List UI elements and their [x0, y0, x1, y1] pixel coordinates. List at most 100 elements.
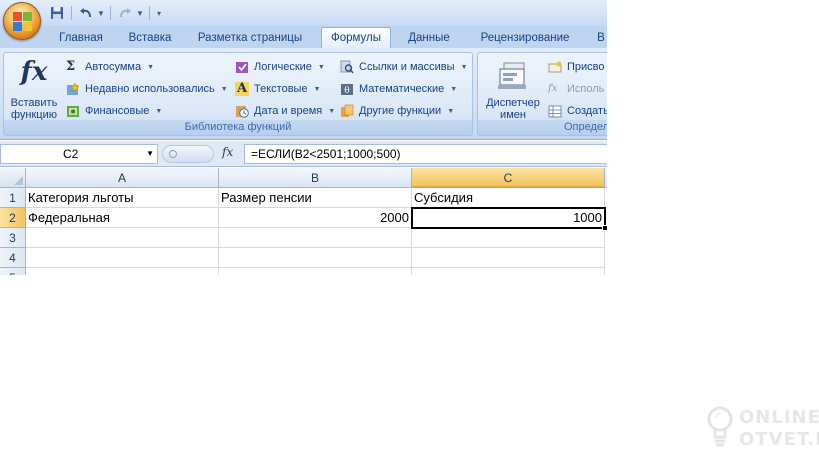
chevron-down-icon: ▼	[450, 85, 458, 93]
chevron-down-icon: ▼	[155, 107, 163, 115]
chevron-down-icon: ▼	[147, 63, 155, 71]
quick-access-toolbar: ▼ ▼ ▾	[48, 4, 163, 22]
text-functions-label: Текстовые	[254, 83, 308, 95]
cell-c3[interactable]	[412, 228, 605, 248]
spreadsheet-grid: A B C 1 2 3 4 5 Категория льготы Размер …	[0, 168, 607, 275]
tab-home[interactable]: Главная	[52, 29, 110, 48]
office-logo-icon	[13, 12, 33, 32]
title-bar: ▼ ▼ ▾	[0, 0, 607, 26]
insert-function-button[interactable]: fx Вставить функцию	[7, 57, 61, 121]
autosum-button[interactable]: Σ Автосумма ▼	[66, 57, 154, 77]
tab-data[interactable]: Данные	[402, 29, 456, 48]
function-library-group: fx Вставить функцию Σ Автосумма ▼ Недавн…	[3, 52, 473, 136]
cell-a1[interactable]: Категория льготы	[26, 188, 219, 208]
financial-icon	[66, 104, 80, 118]
undo-icon[interactable]	[77, 5, 95, 21]
name-box[interactable]: C2 ▼	[0, 144, 158, 164]
lightbulb-icon	[707, 405, 733, 451]
recently-used-label: Недавно использовались	[85, 83, 215, 95]
defined-names-label: Определ	[478, 120, 607, 135]
text-icon: A	[235, 81, 249, 96]
watermark: ONLINE OTVET.RU	[705, 403, 819, 455]
math-icon: θ	[340, 82, 354, 96]
cell-a2[interactable]: Федеральная	[26, 208, 219, 228]
row-header-4[interactable]: 4	[0, 248, 26, 268]
column-header-b[interactable]: B	[219, 168, 412, 188]
save-icon[interactable]	[48, 5, 66, 21]
tab-review[interactable]: Рецензирование	[468, 29, 582, 48]
insert-function-label-1: Вставить	[10, 97, 58, 109]
lookup-icon	[340, 60, 354, 74]
recently-used-button[interactable]: Недавно использовались ▼	[66, 79, 228, 99]
cell-b2[interactable]: 2000	[219, 208, 412, 228]
text-functions-button[interactable]: A Текстовые ▼	[235, 79, 321, 99]
tab-formulas[interactable]: Формулы	[321, 27, 391, 49]
lookup-reference-button[interactable]: Ссылки и массивы ▼	[340, 57, 468, 77]
column-header-c[interactable]: C	[412, 168, 605, 188]
more-functions-button[interactable]: Другие функции ▼	[340, 101, 454, 121]
formula-bar-resize-handle[interactable]	[162, 145, 214, 163]
cell-b3[interactable]	[219, 228, 412, 248]
name-manager-button[interactable]: Диспетчер имен	[481, 59, 545, 121]
separator	[149, 6, 150, 20]
use-in-formula-label: Исполь	[567, 83, 605, 95]
financial-button[interactable]: Финансовые ▼	[66, 101, 162, 121]
clock-icon	[235, 104, 249, 118]
customize-toolbar-icon[interactable]: ▾	[155, 5, 163, 21]
row-header-2[interactable]: 2	[0, 208, 26, 228]
insert-function-fx-icon[interactable]: fx	[222, 145, 233, 159]
logical-button[interactable]: Логические ▼	[235, 57, 325, 77]
math-trig-button[interactable]: θ Математические ▼	[340, 79, 457, 99]
svg-text:θ: θ	[344, 86, 349, 96]
chevron-down-icon: ▼	[447, 107, 455, 115]
tab-view[interactable]: В	[594, 29, 607, 48]
define-name-label: Присво	[567, 61, 605, 73]
column-header-d[interactable]	[605, 168, 607, 188]
watermark-line-1: ONLINE	[739, 407, 819, 428]
tab-page-layout[interactable]: Разметка страницы	[190, 29, 310, 48]
chevron-down-icon: ▼	[313, 85, 321, 93]
define-name-button[interactable]: Присво	[548, 57, 605, 77]
cell-a5[interactable]	[26, 268, 219, 275]
fx-icon: fx	[20, 57, 48, 87]
cell-a3[interactable]	[26, 228, 219, 248]
define-name-icon	[548, 60, 562, 74]
financial-label: Финансовые	[85, 105, 150, 117]
name-box-value: C2	[63, 147, 79, 161]
chevron-down-icon: ▼	[220, 85, 228, 93]
select-all-button[interactable]	[0, 168, 26, 188]
office-button[interactable]	[3, 2, 41, 40]
cell-c1[interactable]: Субсидия	[412, 188, 605, 208]
create-from-selection-icon	[548, 104, 562, 118]
star-icon	[66, 82, 80, 96]
date-time-label: Дата и время	[254, 105, 323, 117]
math-trig-label: Математические	[359, 83, 445, 95]
row-header-3[interactable]: 3	[0, 228, 26, 248]
separator	[71, 6, 72, 20]
watermark-line-2: OTVET.RU	[739, 429, 819, 450]
cell-c5[interactable]	[412, 268, 605, 275]
row-header-5[interactable]: 5	[0, 268, 26, 275]
cell-b4[interactable]	[219, 248, 412, 268]
cell-a4[interactable]	[26, 248, 219, 268]
row-header-1[interactable]: 1	[0, 188, 26, 208]
column-header-a[interactable]: A	[26, 168, 219, 188]
create-from-selection-button[interactable]: Создать	[548, 101, 607, 121]
formula-input[interactable]: =ЕСЛИ(B2<2501;1000;500)	[244, 144, 607, 164]
undo-dropdown-icon[interactable]: ▼	[97, 5, 105, 21]
use-in-formula-button[interactable]: fx Исполь	[548, 79, 604, 99]
redo-dropdown-icon[interactable]: ▼	[136, 5, 144, 21]
cell-c4[interactable]	[412, 248, 605, 268]
cell-b1[interactable]: Размер пенсии	[219, 188, 412, 208]
tab-insert[interactable]: Вставка	[122, 29, 178, 48]
more-functions-icon	[340, 104, 354, 118]
fill-handle[interactable]	[602, 225, 607, 231]
date-time-button[interactable]: Дата и время ▼	[235, 101, 335, 121]
redo-icon[interactable]	[116, 5, 134, 21]
cell-b5[interactable]	[219, 268, 412, 275]
chevron-down-icon[interactable]: ▼	[146, 145, 154, 163]
defined-names-group: Диспетчер имен Присво fx Исполь Создать …	[477, 52, 607, 136]
cell-c2[interactable]: 1000	[411, 207, 606, 229]
chevron-down-icon: ▼	[328, 107, 336, 115]
autosum-label: Автосумма	[85, 61, 142, 73]
